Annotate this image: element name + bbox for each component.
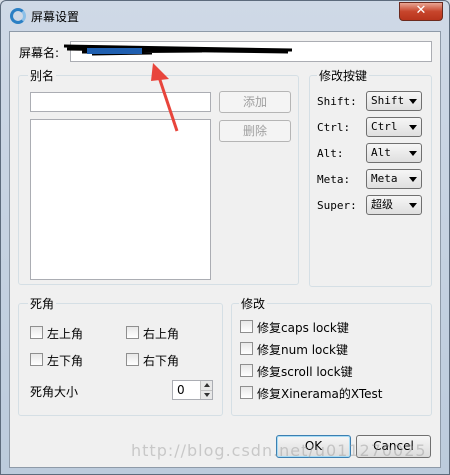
top-right-checkbox[interactable] xyxy=(126,326,139,339)
top-left-label: 左上角 xyxy=(47,327,84,341)
chevron-down-icon xyxy=(409,99,417,104)
alias-list[interactable] xyxy=(30,119,211,280)
fix-num-lock-label: 修复num lock键 xyxy=(257,343,348,357)
dialog-body: 屏幕名: 别名 添加 删除 修改按键 Shift: Shift Ctrl: Ct… xyxy=(9,31,441,468)
bottom-left-label: 左下角 xyxy=(47,354,84,368)
arrow-up-icon xyxy=(204,383,210,387)
fix-caps-lock-label: 修复caps lock键 xyxy=(257,321,349,335)
fix-xinerama-checkbox[interactable] xyxy=(240,386,253,399)
alt-select[interactable]: Alt xyxy=(366,143,422,163)
super-select[interactable]: 超级 xyxy=(366,195,422,215)
fix-scroll-lock-label: 修复scroll lock键 xyxy=(257,365,353,379)
window-title: 屏幕设置 xyxy=(31,10,80,24)
ctrl-select-value: Ctrl xyxy=(371,120,398,133)
alias-group-title: 别名 xyxy=(28,67,57,84)
bottom-right-checkbox[interactable] xyxy=(126,353,139,366)
chevron-down-icon xyxy=(409,151,417,156)
bottom-right-label: 右下角 xyxy=(143,354,180,368)
ctrl-label: Ctrl: xyxy=(317,121,351,134)
screen-name-label: 屏幕名: xyxy=(19,46,60,60)
annotation-arrow xyxy=(151,63,179,132)
chevron-down-icon xyxy=(409,125,417,130)
modifier-keys-title: 修改按键 xyxy=(317,67,370,84)
alt-select-value: Alt xyxy=(371,146,391,159)
title-bar[interactable]: 屏幕设置 ✕ xyxy=(1,1,449,31)
fix-num-lock-checkbox[interactable] xyxy=(240,342,253,355)
remove-alias-button[interactable]: 删除 xyxy=(219,120,291,142)
meta-select-value: Meta xyxy=(371,172,398,185)
dialog-window: 屏幕设置 ✕ 屏幕名: 别名 添加 删除 修改按键 Shift: Shift C… xyxy=(0,0,450,475)
chevron-down-icon xyxy=(409,203,417,208)
corner-size-spinbox[interactable]: 0 xyxy=(172,380,213,400)
corner-size-label: 死角大小 xyxy=(30,385,79,399)
fixes-title: 修改 xyxy=(239,295,268,312)
meta-label: Meta: xyxy=(317,173,351,186)
shift-select-value: Shift xyxy=(371,94,405,107)
spin-down-button[interactable] xyxy=(200,390,212,399)
bottom-left-checkbox[interactable] xyxy=(30,353,43,366)
corner-size-value: 0 xyxy=(177,383,185,397)
watermark-text: http://blog.csdn.net/u011270025 xyxy=(131,441,427,460)
top-left-checkbox[interactable] xyxy=(30,326,43,339)
app-icon xyxy=(10,8,26,24)
arrow-down-icon xyxy=(204,393,210,397)
super-label: Super: xyxy=(317,199,357,212)
alt-label: Alt: xyxy=(317,147,344,160)
fix-xinerama-label: 修复Xinerama的XTest xyxy=(257,387,383,401)
shift-select[interactable]: Shift xyxy=(366,91,422,111)
spin-up-button[interactable] xyxy=(200,381,212,390)
shift-label: Shift: xyxy=(317,95,357,108)
close-button[interactable]: ✕ xyxy=(399,2,443,21)
super-select-value: 超级 xyxy=(371,198,393,211)
top-right-label: 右上角 xyxy=(143,327,180,341)
add-alias-button[interactable]: 添加 xyxy=(219,91,291,113)
fix-caps-lock-checkbox[interactable] xyxy=(240,320,253,333)
meta-select[interactable]: Meta xyxy=(366,169,422,189)
chevron-down-icon xyxy=(409,177,417,182)
dead-corners-title: 死角 xyxy=(28,295,57,312)
ctrl-select[interactable]: Ctrl xyxy=(366,117,422,137)
fix-scroll-lock-checkbox[interactable] xyxy=(240,364,253,377)
